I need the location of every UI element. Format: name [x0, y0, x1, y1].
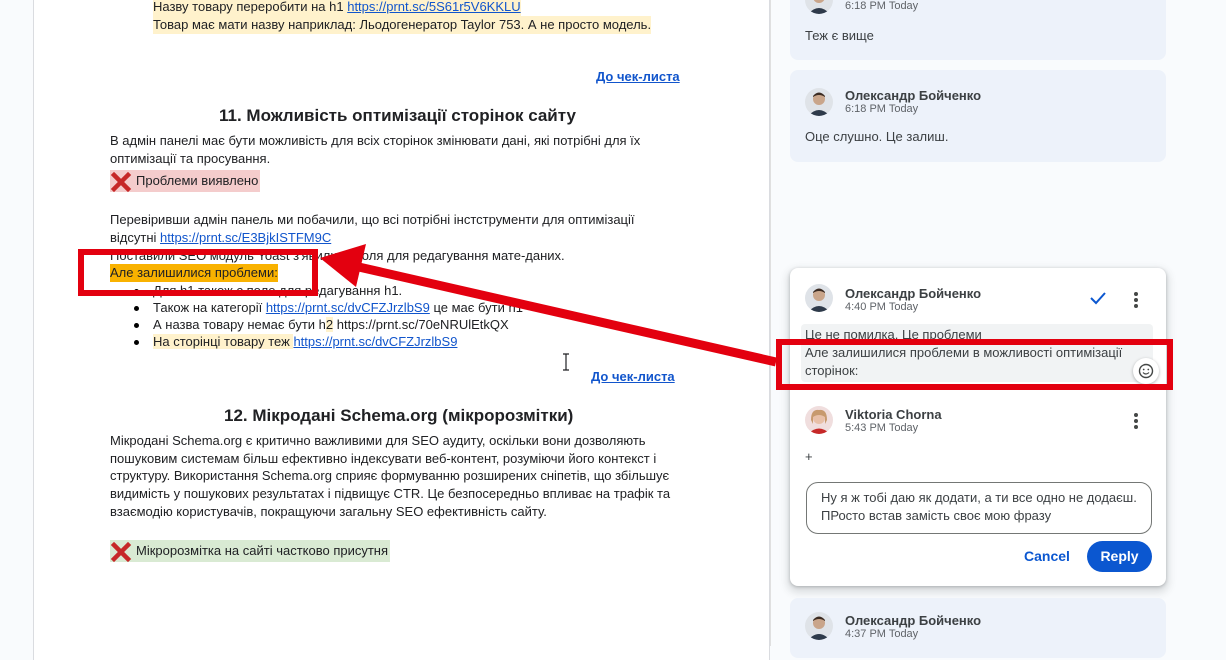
comment-time: 6:18 PM Today [845, 0, 919, 12]
screenshot-link[interactable]: https://prnt.sc/5S61r5V6KKLU [347, 0, 520, 14]
section-12-paragraph-line: Мікродані Schema.org є критично важливим… [110, 433, 646, 448]
section-12-paragraph-line: видимість у пошукових результатах і підв… [110, 486, 671, 501]
section-11-paragraph-line: відсутні https://prnt.sc/E3BjkISTFM9C [110, 230, 332, 245]
reply-button[interactable]: Reply [1087, 541, 1152, 572]
comment-card[interactable]: Олександр Бойченко 6:18 PM Today Оце слу… [790, 70, 1166, 162]
avatar [805, 88, 833, 116]
comment-author: Олександр Бойченко [845, 613, 982, 628]
section-12-title: 12. Мікродані Schema.org (мікророзмітки) [224, 406, 574, 425]
status-problem-badge: Проблеми виявлено [110, 170, 261, 192]
top-line-2: Товар має мати назву наприклад: Льодоген… [153, 16, 652, 34]
reply-draft-line: ПРосто встав замість своє мою фразу [821, 508, 1052, 523]
comment-author: Олександр Бойченко [845, 88, 982, 103]
reply-text: + [805, 449, 813, 464]
section-11-paragraph-line: оптимізації та просування. [110, 151, 271, 166]
document-area: Назву товару переробити на h1 https://pr… [0, 0, 770, 660]
reply-input[interactable]: Ну я ж тобі даю як додати, а ти все одно… [806, 482, 1152, 534]
avatar [805, 406, 833, 434]
section-11-title: 11. Можливість оптимізації сторінок сайт… [219, 106, 576, 125]
section-12-paragraph-line: структуру. Використання Schema.org сприя… [110, 468, 670, 483]
bullet-dot [134, 340, 139, 345]
to-checklist-link[interactable]: До чек-листа [596, 68, 680, 86]
resolve-check-icon[interactable] [1089, 289, 1107, 307]
screenshot-link[interactable]: https://prnt.sc/E3BjkISTFM9C [160, 230, 331, 245]
section-12-paragraph-line: взаємодію користувачів, покращуючи загал… [110, 504, 547, 519]
reply-author: Viktoria Chorna [845, 407, 942, 422]
comment-text: Оце слушно. Це залиш. [805, 129, 949, 144]
more-options-icon[interactable] [1134, 292, 1138, 310]
section-12-paragraph-line: пошуковим системам більш ефективно індек… [110, 451, 657, 466]
avatar [805, 612, 833, 640]
comment-card[interactable]: Олександр Бойченко 4:37 PM Today [790, 598, 1166, 658]
comment-author: Олександр Бойченко [845, 286, 982, 301]
bullet-item: А назва товару немає бути h2 https://prn… [153, 317, 509, 332]
comment-time: 4:40 PM Today [845, 301, 919, 313]
bullet-dot [134, 306, 139, 311]
more-options-icon[interactable] [1134, 413, 1138, 431]
avatar [805, 284, 833, 312]
section-11-paragraph-line: В адмін панелі має бути можливість для в… [110, 133, 641, 148]
comment-text: Теж є вище [805, 28, 874, 43]
screenshot-link[interactable]: https://prnt.sc/dvCFZJrzlbS9 [266, 300, 430, 315]
bullet-dot [134, 323, 139, 328]
reply-draft-line: Ну я ж тобі даю як додати, а ти все одно… [821, 490, 1137, 505]
annotation-box-comment [776, 339, 1173, 390]
status-partial-badge: Мікророзмітка на сайті частково присутня [110, 540, 391, 562]
bullet-item: На сторінці товару теж https://prnt.sc/d… [153, 334, 458, 349]
to-checklist-link[interactable]: До чек-листа [591, 368, 675, 386]
section-11-paragraph-line: Перевіривши адмін панель ми побачили, що… [110, 212, 635, 227]
comment-time: 4:37 PM Today [845, 628, 919, 640]
red-x-icon [110, 541, 132, 562]
comment-card[interactable]: 6:18 PM Today Теж є вище [790, 0, 1166, 60]
cancel-button[interactable]: Cancel [1020, 543, 1074, 569]
top-line-1: Назву товару переробити на h1 https://pr… [153, 0, 521, 16]
reply-time: 5:43 PM Today [845, 422, 919, 434]
screenshot-link[interactable]: https://prnt.sc/dvCFZJrzlbS9 [293, 334, 457, 349]
comment-time: 6:18 PM Today [845, 103, 919, 115]
bullet-item: Також на категорії https://prnt.sc/dvCFZ… [153, 300, 523, 315]
text-cursor-icon [563, 353, 569, 371]
red-x-icon [110, 171, 132, 192]
annotation-box-document [78, 249, 318, 296]
avatar [805, 0, 833, 14]
